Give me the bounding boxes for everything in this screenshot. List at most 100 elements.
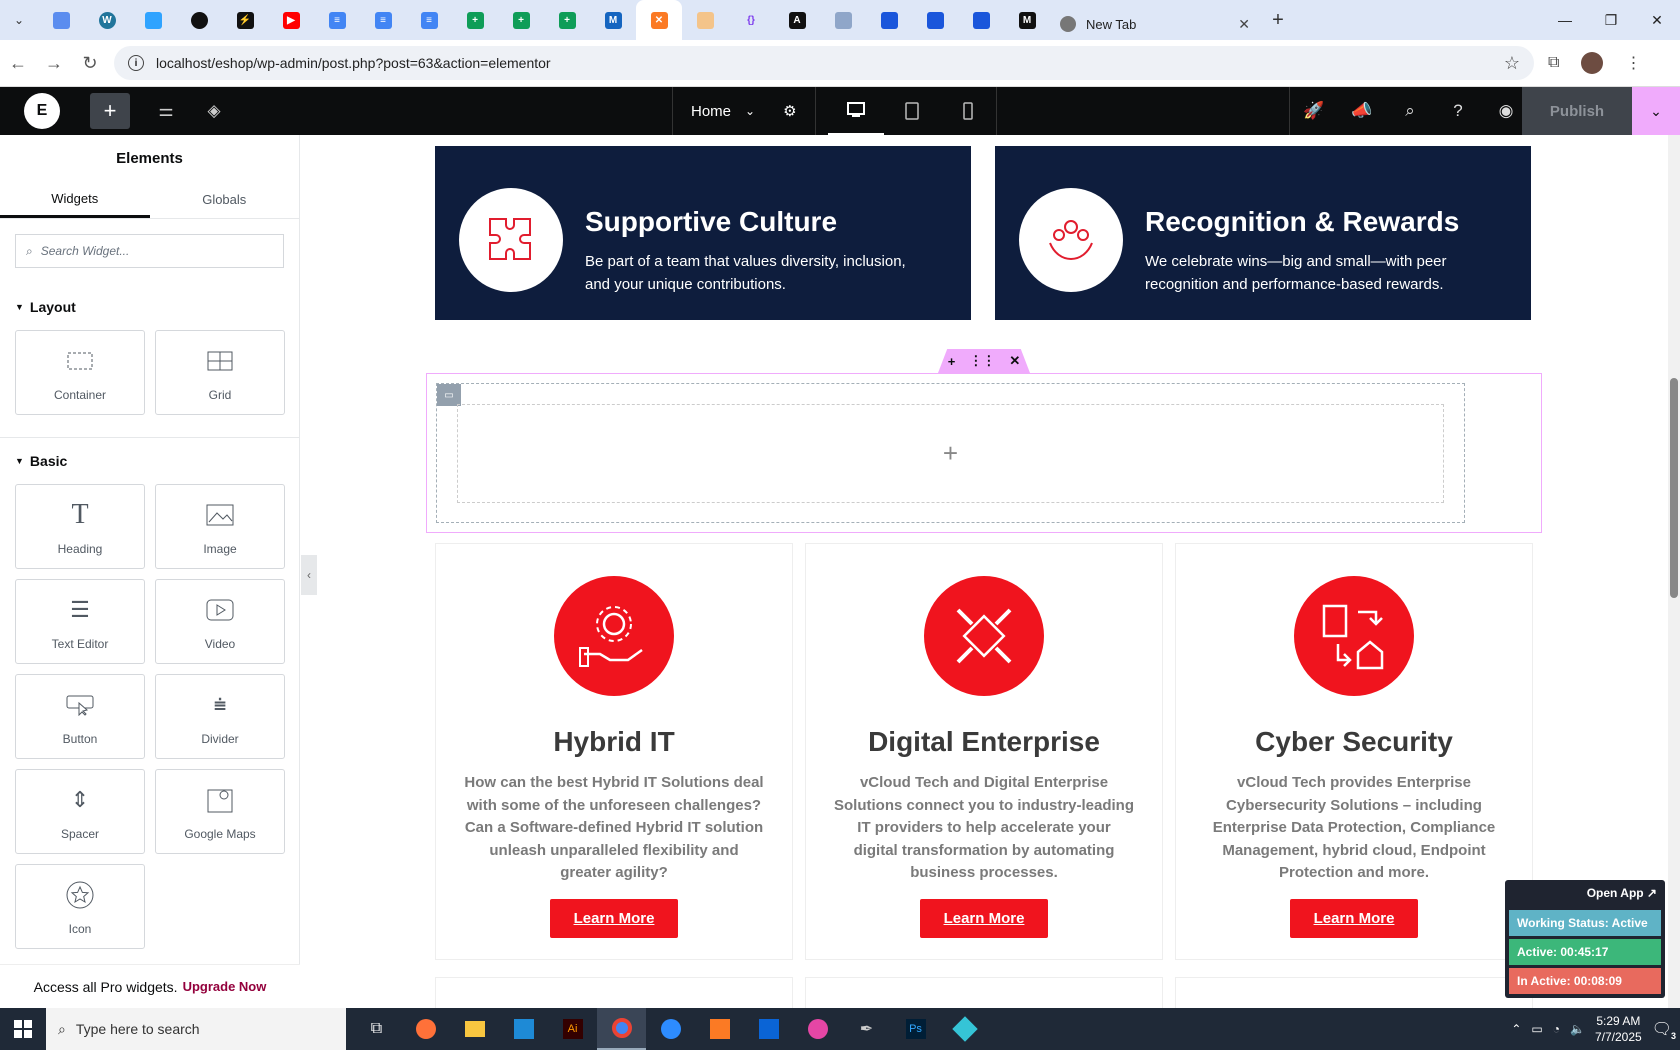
network-icon[interactable]: ▭ (1531, 1022, 1542, 1036)
add-section-icon[interactable]: + (948, 354, 956, 369)
tab-pinned-5[interactable]: ⚡ (222, 0, 268, 40)
tab-search-button[interactable]: ⌄ (0, 0, 38, 40)
widget-divider[interactable]: ⩧ Divider (155, 674, 285, 759)
tab-pinned-21[interactable] (958, 0, 1004, 40)
tab-widgets[interactable]: Widgets (0, 181, 150, 218)
photoshop-icon[interactable]: Ps (891, 1008, 940, 1050)
app-diamond-icon[interactable] (940, 1008, 989, 1050)
chrome-menu-icon[interactable]: ⋮ (1625, 53, 1641, 73)
volume-icon[interactable]: 🔈 (1570, 1022, 1585, 1036)
plus-icon[interactable]: + (943, 438, 958, 469)
taskbar-search[interactable]: ⌕ Type here to search (46, 1008, 346, 1050)
tab-pinned-6[interactable]: ▶ (268, 0, 314, 40)
restore-button[interactable]: ❐ (1588, 0, 1634, 40)
back-button[interactable]: ← (0, 53, 36, 74)
category-layout[interactable]: ▼ Layout (0, 292, 299, 322)
widget-text-editor[interactable]: ☰ Text Editor (15, 579, 145, 664)
learn-more-button[interactable]: Learn More (1289, 898, 1419, 938)
tab-pinned-4[interactable] (176, 0, 222, 40)
minimize-button[interactable]: — (1542, 0, 1588, 40)
firefox-icon[interactable] (401, 1008, 450, 1050)
search-icon[interactable]: ⌕ (1386, 87, 1434, 135)
tab-pinned-1[interactable] (38, 0, 84, 40)
add-element-button[interactable]: + (90, 93, 130, 129)
help-icon[interactable]: ? (1434, 87, 1482, 135)
tray-chevron-up-icon[interactable]: ⌃ (1511, 1022, 1521, 1036)
notifications-icon[interactable]: 🗨 3 (1652, 1019, 1676, 1041)
photos-icon[interactable] (793, 1008, 842, 1050)
tab-pinned-13[interactable]: M (590, 0, 636, 40)
publish-button[interactable]: Publish (1522, 87, 1632, 135)
url-text[interactable]: localhost/eshop/wp-admin/post.php?post=6… (156, 55, 551, 71)
add-element-dropzone[interactable]: + (457, 404, 1444, 503)
scrollbar-thumb[interactable] (1670, 378, 1678, 598)
widget-search-input[interactable]: ⌕ Search Widget... (15, 234, 284, 268)
tab-pinned-9[interactable]: ≡ (406, 0, 452, 40)
panel-collapse-handle[interactable]: ‹ (301, 555, 317, 595)
elementor-logo-icon[interactable]: E (24, 93, 60, 129)
tab-pinned-22[interactable]: M (1004, 0, 1050, 40)
widget-video[interactable]: Video (155, 579, 285, 664)
tab-pinned-11[interactable]: + (498, 0, 544, 40)
structure-layers-icon[interactable]: ◈ (190, 87, 238, 135)
wifi-icon[interactable]: ◔ (1553, 1022, 1560, 1036)
tab-pinned-7[interactable]: ≡ (314, 0, 360, 40)
site-settings-icon[interactable]: ⚌ (142, 87, 190, 135)
new-tab-button[interactable]: + (1260, 9, 1296, 32)
rocket-icon[interactable]: 🚀 (1290, 87, 1338, 135)
tab-new-tab[interactable]: New Tab ✕ (1050, 8, 1260, 40)
tab-pinned-20[interactable] (912, 0, 958, 40)
tab-pinned-16[interactable]: {} (728, 0, 774, 40)
canvas-scrollbar[interactable] (1668, 135, 1680, 1008)
widget-button[interactable]: Button (15, 674, 145, 759)
category-basic[interactable]: ▼ Basic (0, 446, 299, 476)
upgrade-now-link[interactable]: Upgrade Now (183, 979, 267, 994)
illustrator-icon[interactable]: Ai (548, 1008, 597, 1050)
tablet-view-icon[interactable] (884, 87, 940, 135)
tab-pinned-17[interactable]: A (774, 0, 820, 40)
empty-container[interactable]: ▭ + (436, 383, 1465, 523)
learn-more-button[interactable]: Learn More (549, 898, 679, 938)
delete-section-icon[interactable]: ✕ (1009, 353, 1020, 369)
task-view-icon[interactable]: ⧉ (352, 1008, 401, 1050)
outlook-icon[interactable] (744, 1008, 793, 1050)
taskbar-clock[interactable]: 5:29 AM 7/7/2025 (1595, 1013, 1642, 1045)
feature-card-culture[interactable]: Supportive Culture Be part of a team tha… (435, 146, 971, 320)
tab-pinned-12[interactable]: + (544, 0, 590, 40)
pen-tool-icon[interactable]: ✒ (842, 1008, 891, 1050)
omnibox[interactable]: i localhost/eshop/wp-admin/post.php?post… (114, 46, 1534, 80)
drag-grip-icon[interactable]: ⋮⋮ (969, 353, 995, 369)
page-selector[interactable]: Home ⌄ ⚙ (672, 87, 816, 135)
widget-grid[interactable]: Grid (155, 330, 285, 415)
tab-pinned-19[interactable] (866, 0, 912, 40)
tab-globals[interactable]: Globals (150, 181, 300, 218)
widget-spacer[interactable]: ⇕ Spacer (15, 769, 145, 854)
forward-button[interactable]: → (36, 53, 72, 74)
chrome-taskbar-icon[interactable] (597, 1008, 646, 1050)
file-explorer-icon[interactable] (450, 1008, 499, 1050)
container-handle-icon[interactable]: ▭ (437, 384, 461, 406)
widget-container[interactable]: Container (15, 330, 145, 415)
tab-pinned-18[interactable] (820, 0, 866, 40)
bookmark-star-icon[interactable]: ☆ (1504, 53, 1520, 74)
zoom-icon[interactable] (646, 1008, 695, 1050)
widget-image[interactable]: Image (155, 484, 285, 569)
learn-more-button[interactable]: Learn More (919, 898, 1049, 938)
xampp-taskbar-icon[interactable] (695, 1008, 744, 1050)
publish-options-chevron-icon[interactable]: ⌄ (1632, 87, 1680, 135)
tab-pinned-8[interactable]: ≡ (360, 0, 406, 40)
close-tab-icon[interactable]: ✕ (1238, 16, 1250, 33)
reload-button[interactable]: ↻ (72, 53, 108, 74)
widget-icon[interactable]: Icon (15, 864, 145, 949)
close-window-button[interactable]: ✕ (1634, 0, 1680, 40)
vscode-icon[interactable] (499, 1008, 548, 1050)
tab-pinned-15[interactable] (682, 0, 728, 40)
desktop-view-icon[interactable] (828, 87, 884, 135)
extensions-icon[interactable]: ⧉ (1548, 54, 1559, 72)
feature-card-recognition[interactable]: Recognition & Rewards We celebrate wins—… (995, 146, 1531, 320)
tab-pinned-2[interactable]: W (84, 0, 130, 40)
widget-google-maps[interactable]: Google Maps (155, 769, 285, 854)
page-settings-gear-icon[interactable]: ⚙ (783, 102, 796, 120)
site-info-icon[interactable]: i (128, 55, 144, 71)
tab-pinned-3[interactable] (130, 0, 176, 40)
